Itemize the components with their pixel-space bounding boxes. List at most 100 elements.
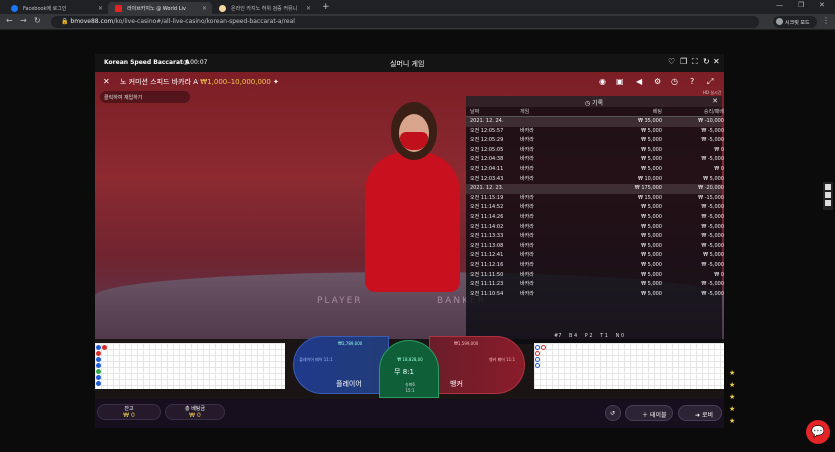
fullscreen-icon[interactable]: ⛶ xyxy=(692,57,698,67)
col-result: 승리/패배 xyxy=(703,109,724,115)
cell-game: 바카라 xyxy=(520,223,534,230)
stat-banker: B 4 xyxy=(568,333,578,339)
chat-button[interactable]: 💬 xyxy=(806,420,830,444)
tab-live-casino[interactable]: 라이브카지노 @ World Liv ✕ xyxy=(108,2,212,14)
settings-icon[interactable]: ⚙ xyxy=(654,77,661,86)
bet-tie[interactable]: ₩ 18,828,00 무 8:1 슈퍼6 15:1 xyxy=(379,340,439,398)
history-row: 오전 11:14:26 바카라 ₩ 5,000 ₩ -5,000 xyxy=(466,213,724,223)
menu-icon[interactable]: ⋮ xyxy=(822,16,830,25)
cell-result: ₩ -15,000 xyxy=(698,194,724,201)
side-widget[interactable] xyxy=(823,182,833,210)
close-icon[interactable]: ✕ xyxy=(98,5,103,12)
total-bet-value: ₩ 0 xyxy=(189,412,201,419)
felt-player-text: PLAYER xyxy=(317,296,363,306)
cell-result: ₩ -20,000 xyxy=(698,185,724,192)
avatar xyxy=(776,18,783,25)
shoe-stats: #7 B 4 P 2 T 1 N 0 xyxy=(554,333,630,339)
restore-button[interactable]: ❐ xyxy=(798,1,804,9)
url-path: /ko/live-casino#/all-live-casino/korean-… xyxy=(113,18,295,25)
help-icon[interactable]: ? xyxy=(690,77,694,86)
close-icon[interactable]: ✕ xyxy=(713,57,720,66)
widget-icon xyxy=(825,200,831,206)
lock-icon: 🔒 xyxy=(61,18,69,25)
timer-value: 00:07 xyxy=(190,59,208,66)
history-panel: ◷ 기록 ✕ 날짜 게임 베팅 승리/패배 2021. 12. 24. ₩ 35,… xyxy=(466,96,724,344)
profile-button[interactable]: 시크릿 모드 xyxy=(773,16,817,28)
cell-result: ₩ 5,000 xyxy=(703,252,724,259)
expand-icon[interactable]: ⤢ xyxy=(707,77,713,87)
cell-game: 바카라 xyxy=(520,175,534,182)
close-icon[interactable]: ✕ xyxy=(306,5,311,12)
new-tab-button[interactable]: + xyxy=(322,2,330,12)
cell-date: 오전 11:12:41 xyxy=(470,252,504,259)
close-icon[interactable]: ✕ xyxy=(103,77,110,86)
reload-icon[interactable]: ↻ xyxy=(34,16,41,25)
history-rows: 2021. 12. 24. ₩ 35,000 ₩ -10,000 오전 12:05:5… xyxy=(466,117,724,299)
back-icon[interactable]: ← xyxy=(6,16,13,25)
cell-game xyxy=(520,184,572,194)
stat-tie: T 1 xyxy=(600,333,608,339)
chip-icon[interactable]: ◉ xyxy=(599,77,606,86)
pin-icon[interactable]: ✦ xyxy=(273,78,279,86)
tab-title: 라이브카지노 @ World Liv xyxy=(127,6,186,12)
cell-result: ₩ -5,000 xyxy=(701,223,724,230)
history-date-row[interactable]: 2021. 12. 24. ₩ 35,000 ₩ -10,000 xyxy=(466,117,724,127)
chat-icon: 💬 xyxy=(811,425,825,438)
history-row: 오전 12:05:29 바카라 ₩ 5,000 ₩ -5,000 xyxy=(466,136,724,146)
camera-icon[interactable]: ▣ xyxy=(616,77,624,86)
history-row: 오전 12:04:38 바카라 ₩ 5,000 ₩ -5,000 xyxy=(466,155,724,165)
lobby-button[interactable]: ➜ 로비 xyxy=(678,405,722,421)
facebook-icon xyxy=(11,5,18,12)
star-icon[interactable]: ★ xyxy=(729,379,735,391)
history-row: 오전 12:04:11 바카라 ₩ 5,000 ₩ 0 xyxy=(466,165,724,175)
url-field[interactable]: 🔒 bmove88.com/ko/live-casino#/all-live-c… xyxy=(51,16,759,28)
cell-bet: ₩ 5,000 xyxy=(641,252,662,259)
road-dot xyxy=(96,369,101,374)
cell-game: 바카라 xyxy=(520,213,534,220)
cell-date: 오전 11:14:52 xyxy=(470,204,504,211)
history-columns: 날짜 게임 베팅 승리/패배 xyxy=(466,107,724,117)
tab-facebook[interactable]: Facebook에 로그인 ✕ xyxy=(4,2,108,14)
history-row: 오전 11:11:50 바카라 ₩ 5,000 ₩ 0 xyxy=(466,271,724,281)
rejoin-hint[interactable]: 클릭하여 재입하기 xyxy=(100,91,190,103)
heart-icon[interactable]: ♡ xyxy=(668,57,675,66)
balance-value: ₩ 0 xyxy=(123,412,135,419)
cell-game: 바카라 xyxy=(520,127,534,134)
history-row: 오전 11:12:16 바카라 ₩ 5,000 ₩ -5,000 xyxy=(466,261,724,271)
history-icon[interactable]: ◷ xyxy=(671,77,678,86)
close-icon[interactable]: ✕ xyxy=(202,5,207,12)
close-icon[interactable]: ✕ xyxy=(712,97,718,105)
table-button-label: 테이블 xyxy=(649,412,667,419)
total-bet-label: 총 베팅금 xyxy=(185,406,205,412)
game-window: Korean Speed Baccarat A ◷ 00:07 실머니 게임 ♡… xyxy=(95,54,724,428)
cell-date: 오전 11:12:16 xyxy=(470,261,504,268)
history-row: 오전 11:14:02 바카라 ₩ 5,000 ₩ -5,000 xyxy=(466,223,724,233)
star-icon[interactable]: ★ xyxy=(729,391,735,403)
url-domain: bmove88.com xyxy=(70,18,114,25)
undo-button[interactable]: ↺ xyxy=(605,405,621,421)
table-button[interactable]: ＋ 테이블 xyxy=(625,405,673,421)
col-bet: 베팅 xyxy=(652,109,662,115)
volume-icon[interactable]: ◀ xyxy=(636,77,642,86)
tie-total: ₩ 18,828,00 xyxy=(397,357,423,362)
window-icon[interactable]: ❐ xyxy=(680,57,687,66)
bet-banker[interactable]: ₩1,599,000 뱅커 페어 11:1 뱅커 xyxy=(429,336,525,394)
reload-icon[interactable]: ↻ xyxy=(703,57,710,66)
bet-player[interactable]: 플레이어 페어 11:1 ₩2,789,000 플레이어 xyxy=(293,336,389,394)
tab-community[interactable]: 온라인 카지노 허위 검증 커뮤니 ✕ xyxy=(212,2,316,14)
star-icon[interactable]: ★ xyxy=(729,415,735,427)
cell-result: ₩ 0 xyxy=(714,271,724,278)
close-window-button[interactable]: ✕ xyxy=(819,1,825,9)
star-icon[interactable]: ★ xyxy=(729,403,735,415)
minimize-button[interactable]: — xyxy=(776,1,783,9)
cell-date: 오전 11:10:54 xyxy=(470,290,504,297)
player-total: ₩2,789,000 xyxy=(338,341,363,346)
cell-date: 2021. 12. 23. xyxy=(470,185,504,192)
star-icon[interactable]: ★ xyxy=(729,367,735,379)
history-date-row[interactable]: 2021. 12. 23. ₩ 175,000 ₩ -20,000 xyxy=(466,184,724,194)
stat-rounds: #7 xyxy=(554,333,562,339)
road-dot xyxy=(535,351,540,356)
table-name: Korean Speed Baccarat A xyxy=(104,59,190,66)
cell-bet: ₩ 15,000 xyxy=(637,194,662,201)
forward-icon[interactable]: → xyxy=(20,16,27,25)
